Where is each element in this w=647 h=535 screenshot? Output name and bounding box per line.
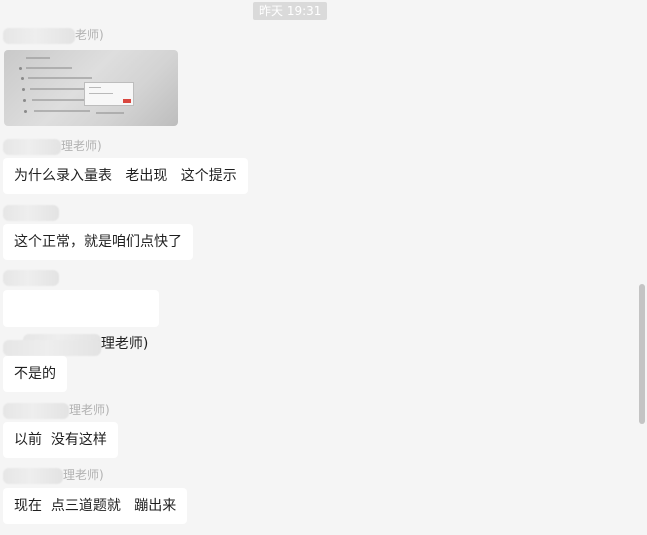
message-bubble[interactable]: 现在 点三道题就 蹦出来 xyxy=(3,488,188,524)
sender-name: 理老师) xyxy=(3,401,110,419)
redacted-name xyxy=(3,339,101,356)
message-bubble[interactable]: 理老师) xyxy=(3,290,160,354)
redacted-name xyxy=(3,27,75,44)
redacted-name xyxy=(3,269,59,286)
scrollbar-thumb[interactable] xyxy=(639,284,645,424)
sender-name xyxy=(3,268,59,286)
dialog-preview xyxy=(84,82,134,106)
redacted-name xyxy=(3,138,61,155)
sender-name: 理老师) xyxy=(3,137,102,155)
chat-timestamp: 昨天 19:31 xyxy=(253,2,328,20)
sender-name xyxy=(3,203,59,221)
sender-name: 理老师) xyxy=(3,466,104,484)
redacted-name xyxy=(3,204,59,221)
message-bubble[interactable]: 这个正常，就是咱们点快了 xyxy=(3,224,193,260)
message-bubble[interactable]: 以前 没有这样 xyxy=(3,422,118,458)
scrollbar-track[interactable] xyxy=(639,0,645,535)
redacted-name xyxy=(3,402,69,419)
image-message[interactable] xyxy=(4,50,178,126)
message-bubble[interactable]: 不是的 xyxy=(3,356,67,392)
message-bubble[interactable]: 为什么录入量表 老出现 这个提示 xyxy=(3,158,248,194)
sender-name xyxy=(3,338,101,356)
sender-name: 老师) xyxy=(3,26,104,44)
redacted-name xyxy=(3,467,63,484)
